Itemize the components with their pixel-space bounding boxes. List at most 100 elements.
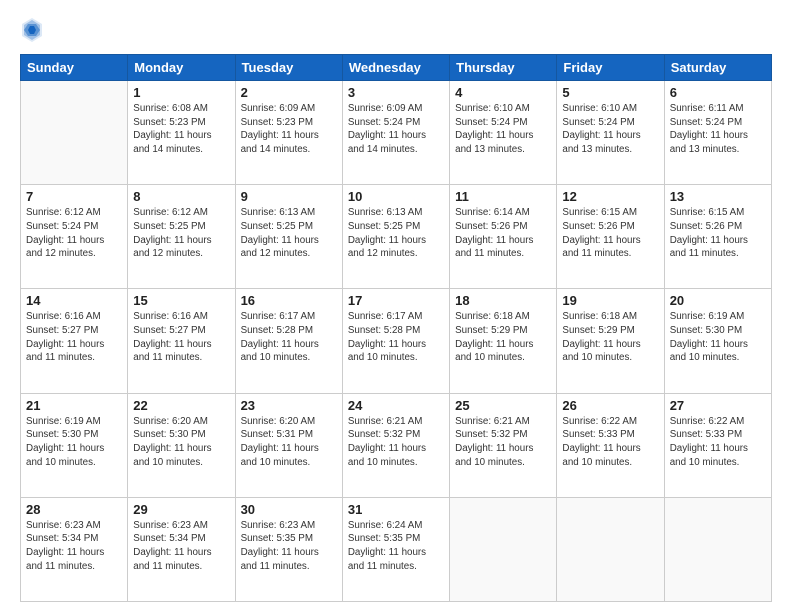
- day-number: 16: [241, 293, 337, 308]
- calendar-cell: 3 Sunrise: 6:09 AM Sunset: 5:24 PM Daylig…: [342, 81, 449, 185]
- weekday-header: Wednesday: [342, 55, 449, 81]
- day-number: 12: [562, 189, 658, 204]
- calendar-week-row: 1 Sunrise: 6:08 AM Sunset: 5:23 PM Daylig…: [21, 81, 772, 185]
- weekday-header: Sunday: [21, 55, 128, 81]
- calendar-cell: 2Sunrise: 6:09 AM Sunset: 5:23 PM Daylig…: [235, 81, 342, 185]
- day-number: 13: [670, 189, 766, 204]
- calendar-cell: 25Sunrise: 6:21 AM Sunset: 5:32 PM Dayli…: [450, 393, 557, 497]
- calendar-week-row: 7Sunrise: 6:12 AM Sunset: 5:24 PM Daylig…: [21, 185, 772, 289]
- day-number: 10: [348, 189, 444, 204]
- cell-daylight-info: Sunrise: 6:23 AM Sunset: 5:34 PM Dayligh…: [133, 519, 229, 574]
- day-number: 27: [670, 398, 766, 413]
- logo-icon: [20, 16, 44, 44]
- cell-daylight-info: Sunrise: 6:16 AM Sunset: 5:27 PM Dayligh…: [26, 310, 122, 365]
- day-number: 1: [133, 85, 229, 100]
- day-number: 18: [455, 293, 551, 308]
- day-number: 4: [455, 85, 551, 100]
- calendar-cell: 1 Sunrise: 6:08 AM Sunset: 5:23 PM Daylig…: [128, 81, 235, 185]
- cell-daylight-info: Sunrise: 6:19 AM Sunset: 5:30 PM Dayligh…: [670, 310, 766, 365]
- calendar-cell: 11 Sunrise: 6:14 AM Sunset: 5:26 PM Dayli…: [450, 185, 557, 289]
- day-number: 5: [562, 85, 658, 100]
- day-number: 21: [26, 398, 122, 413]
- cell-daylight-info: Sunrise: 6:24 AM Sunset: 5:35 PM Dayligh…: [348, 519, 444, 574]
- cell-daylight-info: Sunrise: 6:19 AM Sunset: 5:30 PM Dayligh…: [26, 415, 122, 470]
- day-number: 26: [562, 398, 658, 413]
- calendar-cell: 12 Sunrise: 6:15 AM Sunset: 5:26 PM Dayli…: [557, 185, 664, 289]
- day-number: 24: [348, 398, 444, 413]
- day-number: 15: [133, 293, 229, 308]
- day-number: 9: [241, 189, 337, 204]
- calendar-cell: 18Sunrise: 6:18 AM Sunset: 5:29 PM Dayli…: [450, 289, 557, 393]
- cell-daylight-info: Sunrise: 6:14 AM Sunset: 5:26 PM Dayligh…: [455, 206, 551, 261]
- calendar-cell: 16 Sunrise: 6:17 AM Sunset: 5:28 PM Dayli…: [235, 289, 342, 393]
- weekday-header: Saturday: [664, 55, 771, 81]
- calendar-cell: 6 Sunrise: 6:11 AM Sunset: 5:24 PM Daylig…: [664, 81, 771, 185]
- calendar-cell: 4 Sunrise: 6:10 AM Sunset: 5:24 PM Daylig…: [450, 81, 557, 185]
- cell-daylight-info: Sunrise: 6:18 AM Sunset: 5:29 PM Dayligh…: [562, 310, 658, 365]
- calendar-week-row: 14 Sunrise: 6:16 AM Sunset: 5:27 PM Dayli…: [21, 289, 772, 393]
- cell-daylight-info: Sunrise: 6:21 AM Sunset: 5:32 PM Dayligh…: [348, 415, 444, 470]
- day-number: 23: [241, 398, 337, 413]
- cell-daylight-info: Sunrise: 6:08 AM Sunset: 5:23 PM Dayligh…: [133, 102, 229, 157]
- cell-daylight-info: Sunrise: 6:13 AM Sunset: 5:25 PM Dayligh…: [241, 206, 337, 261]
- weekday-header: Tuesday: [235, 55, 342, 81]
- calendar-cell: 24 Sunrise: 6:21 AM Sunset: 5:32 PM Dayli…: [342, 393, 449, 497]
- calendar-table: SundayMondayTuesdayWednesdayThursdayFrid…: [20, 54, 772, 602]
- day-number: 2: [241, 85, 337, 100]
- day-number: 8: [133, 189, 229, 204]
- cell-daylight-info: Sunrise: 6:20 AM Sunset: 5:31 PM Dayligh…: [241, 415, 337, 470]
- cell-daylight-info: Sunrise: 6:23 AM Sunset: 5:34 PM Dayligh…: [26, 519, 122, 574]
- cell-daylight-info: Sunrise: 6:13 AM Sunset: 5:25 PM Dayligh…: [348, 206, 444, 261]
- cell-daylight-info: Sunrise: 6:23 AM Sunset: 5:35 PM Dayligh…: [241, 519, 337, 574]
- cell-daylight-info: Sunrise: 6:10 AM Sunset: 5:24 PM Dayligh…: [455, 102, 551, 157]
- calendar-cell: 5 Sunrise: 6:10 AM Sunset: 5:24 PM Daylig…: [557, 81, 664, 185]
- calendar-cell: 10 Sunrise: 6:13 AM Sunset: 5:25 PM Dayli…: [342, 185, 449, 289]
- calendar-cell: 28 Sunrise: 6:23 AM Sunset: 5:34 PM Dayli…: [21, 497, 128, 601]
- calendar-header-row: SundayMondayTuesdayWednesdayThursdayFrid…: [21, 55, 772, 81]
- day-number: 30: [241, 502, 337, 517]
- cell-daylight-info: Sunrise: 6:22 AM Sunset: 5:33 PM Dayligh…: [670, 415, 766, 470]
- cell-daylight-info: Sunrise: 6:22 AM Sunset: 5:33 PM Dayligh…: [562, 415, 658, 470]
- cell-daylight-info: Sunrise: 6:17 AM Sunset: 5:28 PM Dayligh…: [241, 310, 337, 365]
- day-number: 17: [348, 293, 444, 308]
- calendar-cell: 7Sunrise: 6:12 AM Sunset: 5:24 PM Daylig…: [21, 185, 128, 289]
- day-number: 11: [455, 189, 551, 204]
- calendar-cell: 13 Sunrise: 6:15 AM Sunset: 5:26 PM Dayli…: [664, 185, 771, 289]
- day-number: 22: [133, 398, 229, 413]
- day-number: 28: [26, 502, 122, 517]
- calendar-cell: [557, 497, 664, 601]
- cell-daylight-info: Sunrise: 6:09 AM Sunset: 5:24 PM Dayligh…: [348, 102, 444, 157]
- weekday-header: Thursday: [450, 55, 557, 81]
- day-number: 29: [133, 502, 229, 517]
- day-number: 31: [348, 502, 444, 517]
- day-number: 14: [26, 293, 122, 308]
- calendar-cell: 9 Sunrise: 6:13 AM Sunset: 5:25 PM Daylig…: [235, 185, 342, 289]
- cell-daylight-info: Sunrise: 6:12 AM Sunset: 5:25 PM Dayligh…: [133, 206, 229, 261]
- cell-daylight-info: Sunrise: 6:11 AM Sunset: 5:24 PM Dayligh…: [670, 102, 766, 157]
- calendar-cell: 31 Sunrise: 6:24 AM Sunset: 5:35 PM Dayli…: [342, 497, 449, 601]
- calendar-cell: [450, 497, 557, 601]
- logo: [20, 16, 48, 44]
- cell-daylight-info: Sunrise: 6:12 AM Sunset: 5:24 PM Dayligh…: [26, 206, 122, 261]
- cell-daylight-info: Sunrise: 6:21 AM Sunset: 5:32 PM Dayligh…: [455, 415, 551, 470]
- cell-daylight-info: Sunrise: 6:10 AM Sunset: 5:24 PM Dayligh…: [562, 102, 658, 157]
- page: SundayMondayTuesdayWednesdayThursdayFrid…: [0, 0, 792, 612]
- calendar-cell: 30 Sunrise: 6:23 AM Sunset: 5:35 PM Dayli…: [235, 497, 342, 601]
- day-number: 19: [562, 293, 658, 308]
- day-number: 6: [670, 85, 766, 100]
- day-number: 20: [670, 293, 766, 308]
- cell-daylight-info: Sunrise: 6:15 AM Sunset: 5:26 PM Dayligh…: [562, 206, 658, 261]
- day-number: 3: [348, 85, 444, 100]
- cell-daylight-info: Sunrise: 6:20 AM Sunset: 5:30 PM Dayligh…: [133, 415, 229, 470]
- cell-daylight-info: Sunrise: 6:16 AM Sunset: 5:27 PM Dayligh…: [133, 310, 229, 365]
- calendar-cell: 19 Sunrise: 6:18 AM Sunset: 5:29 PM Dayli…: [557, 289, 664, 393]
- calendar-cell: 14 Sunrise: 6:16 AM Sunset: 5:27 PM Dayli…: [21, 289, 128, 393]
- calendar-cell: 23 Sunrise: 6:20 AM Sunset: 5:31 PM Dayli…: [235, 393, 342, 497]
- calendar-cell: 17Sunrise: 6:17 AM Sunset: 5:28 PM Dayli…: [342, 289, 449, 393]
- calendar-cell: 20 Sunrise: 6:19 AM Sunset: 5:30 PM Dayli…: [664, 289, 771, 393]
- calendar-cell: [21, 81, 128, 185]
- calendar-cell: 21 Sunrise: 6:19 AM Sunset: 5:30 PM Dayli…: [21, 393, 128, 497]
- calendar-cell: 26 Sunrise: 6:22 AM Sunset: 5:33 PM Dayli…: [557, 393, 664, 497]
- calendar-cell: 27 Sunrise: 6:22 AM Sunset: 5:33 PM Dayli…: [664, 393, 771, 497]
- cell-daylight-info: Sunrise: 6:15 AM Sunset: 5:26 PM Dayligh…: [670, 206, 766, 261]
